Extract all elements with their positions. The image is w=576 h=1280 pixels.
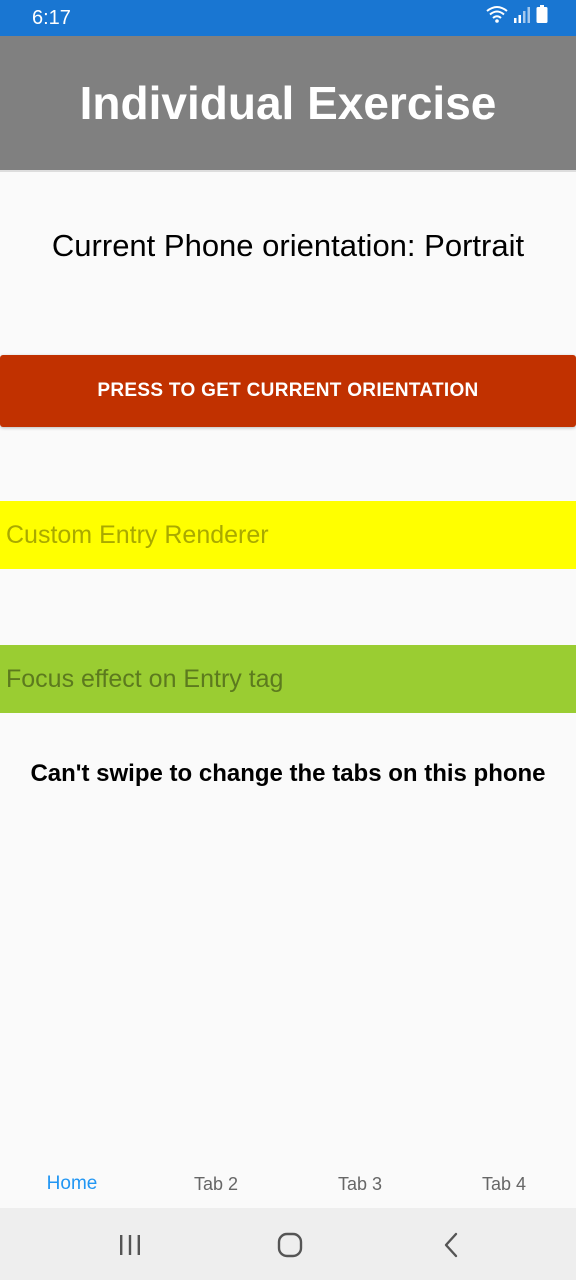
wifi-icon bbox=[486, 5, 508, 28]
nav-bar bbox=[0, 1208, 576, 1280]
status-bar: 6:17 bbox=[0, 0, 576, 36]
home-circle-icon[interactable] bbox=[270, 1230, 310, 1260]
tab-4[interactable]: Tab 4 bbox=[432, 1160, 576, 1208]
status-time: 6:17 bbox=[32, 7, 71, 29]
get-orientation-button[interactable]: PRESS TO GET CURRENT ORIENTATION bbox=[0, 355, 576, 427]
back-icon[interactable] bbox=[432, 1230, 472, 1260]
page-title: Individual Exercise bbox=[79, 77, 497, 129]
tab-3[interactable]: Tab 3 bbox=[288, 1160, 432, 1208]
title-divider bbox=[0, 170, 576, 172]
battery-icon bbox=[536, 5, 548, 28]
tab-bar: Home Tab 2 Tab 3 Tab 4 bbox=[0, 1160, 576, 1208]
tab-home[interactable]: Home bbox=[0, 1160, 144, 1208]
tab-2[interactable]: Tab 2 bbox=[144, 1160, 288, 1208]
custom-entry-input[interactable] bbox=[0, 501, 576, 569]
orientation-label: Current Phone orientation: Portrait bbox=[51, 228, 525, 263]
recent-apps-icon[interactable] bbox=[110, 1230, 150, 1260]
title-bar: Individual Exercise bbox=[0, 36, 576, 170]
signal-icon bbox=[514, 7, 530, 28]
focus-entry-input[interactable] bbox=[0, 645, 576, 713]
status-icons bbox=[486, 5, 548, 28]
swipe-note: Can't swipe to change the tabs on this p… bbox=[30, 760, 546, 787]
